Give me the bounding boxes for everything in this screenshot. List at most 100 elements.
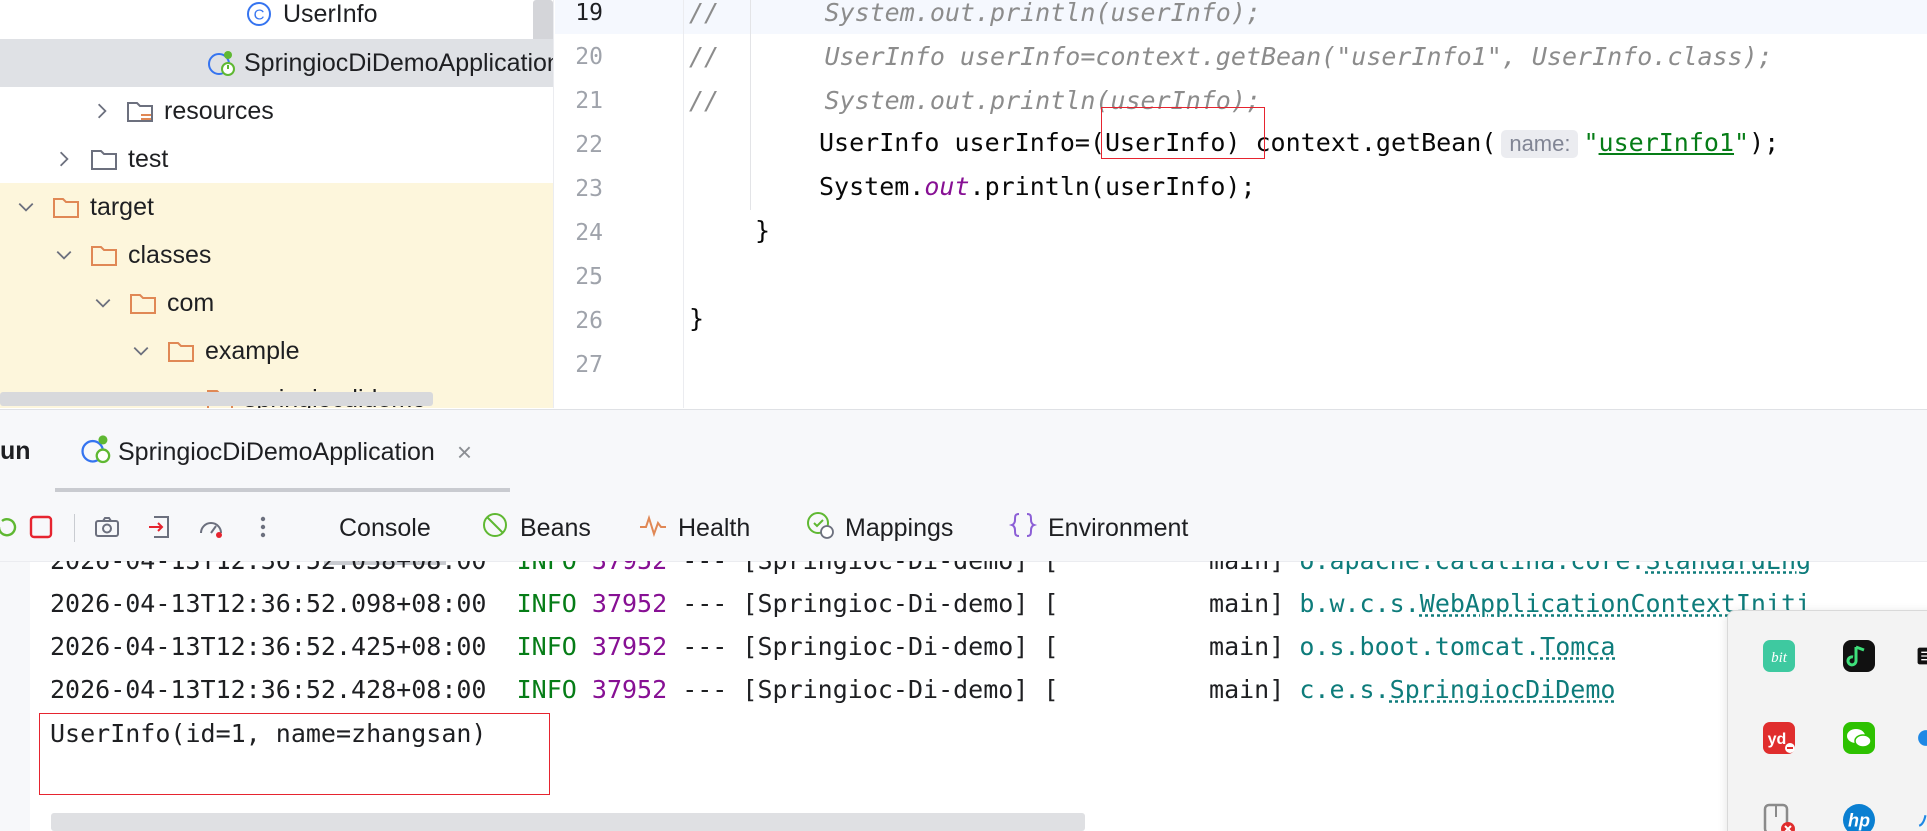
tree-item-resources[interactable]: resources — [0, 87, 553, 135]
code-line-24: } — [755, 216, 770, 245]
tab-environment[interactable]: Environment — [1008, 508, 1188, 548]
log-logger: o.s.boot.tomcat. — [1299, 632, 1541, 661]
line-number: 26 — [575, 308, 603, 334]
app-icon-partial-blue-2[interactable] — [1916, 801, 1927, 831]
log-pid: 37952 — [591, 675, 668, 704]
line-number: 19 — [575, 0, 603, 26]
tab-beans[interactable]: Beans — [480, 508, 591, 548]
tab-health[interactable]: Health — [638, 508, 750, 548]
log-line: 2026-04-13T12:36:52.425+08:00 INFO 37952… — [50, 632, 1615, 661]
tab-label: Mappings — [845, 513, 954, 542]
music-app-icon[interactable] — [1840, 637, 1878, 675]
chevron-right-icon[interactable] — [88, 97, 116, 125]
folder-icon — [165, 335, 197, 367]
tree-item-label: test — [128, 144, 169, 173]
tab-mappings[interactable]: Mappings — [805, 508, 953, 548]
tab-label: Health — [678, 513, 751, 542]
line-number: 22 — [575, 132, 603, 158]
log-level: INFO — [516, 675, 577, 704]
parameter-name-hint: name: — [1501, 130, 1579, 158]
log-line: 2026-04-13T12:36:52.098+08:00 INFO 37952… — [50, 589, 1811, 618]
log-timestamp: 2026-04-13T12:36:52.425+08:00 — [50, 632, 487, 661]
folder-icon — [88, 143, 120, 175]
log-app-name: --- [Springioc-Di-demo] [ — [667, 561, 1058, 575]
project-tree: C UserInfo SpringiocDiDemoApplication re… — [0, 0, 554, 408]
svg-text:bit: bit — [1771, 650, 1788, 666]
line-number: 20 — [575, 44, 603, 70]
comment-marker: // — [689, 86, 720, 115]
code-text: UserInfo userInfo=context.getBean("userI… — [824, 42, 1773, 71]
rerun-icon[interactable] — [0, 512, 22, 542]
chevron-down-icon[interactable] — [127, 337, 155, 365]
static-field: out — [924, 172, 970, 201]
restore-layout-icon[interactable] — [145, 512, 175, 542]
chevron-down-icon[interactable] — [89, 289, 117, 317]
svg-text:hp: hp — [1848, 811, 1870, 831]
tab-label: Console — [339, 513, 431, 542]
run-tab-title: SpringiocDiDemoApplication — [118, 437, 435, 466]
log-level: INFO — [516, 589, 577, 618]
tree-item-example[interactable]: example — [0, 327, 553, 375]
line-number: 23 — [575, 176, 603, 202]
chevron-down-icon[interactable] — [12, 193, 40, 221]
tab-label: Environment — [1048, 513, 1189, 542]
code-text: context.getBean( — [1240, 128, 1497, 157]
log-level: INFO — [516, 632, 577, 661]
stop-icon[interactable] — [26, 512, 56, 542]
tree-item-classes[interactable]: classes — [0, 231, 553, 279]
log-thread: main] — [1209, 589, 1285, 618]
chevron-down-icon[interactable] — [50, 241, 78, 269]
hp-icon[interactable]: hp — [1840, 801, 1878, 831]
performance-icon[interactable] — [196, 512, 226, 542]
code-text: ); — [1749, 128, 1780, 157]
line-number: 24 — [575, 220, 603, 246]
code-text: System. — [819, 172, 925, 201]
svg-text:C: C — [254, 7, 265, 24]
code-line-20: // UserInfo userInfo=context.getBean("us… — [689, 42, 1773, 71]
wechat-icon[interactable] — [1840, 719, 1878, 757]
log-app-name: --- [Springioc-Di-demo] [ — [667, 675, 1059, 704]
closing-brace: } — [755, 216, 771, 245]
bean-name-link[interactable]: userInfo1 — [1599, 128, 1734, 157]
close-tab-icon[interactable]: × — [457, 437, 472, 468]
app-icon-partial[interactable] — [1916, 637, 1927, 675]
console-left-margin — [0, 562, 30, 831]
tree-item-userinfo[interactable]: C UserInfo — [0, 0, 553, 38]
output-highlight-box — [39, 713, 550, 795]
log-logger-link[interactable]: SpringiocDiDemo — [1390, 675, 1616, 704]
tree-item-com[interactable]: com — [0, 279, 553, 327]
braces-icon — [1008, 510, 1048, 547]
tab-label: Beans — [520, 513, 591, 542]
run-toolbar: Console Beans Health Mappings Environmen… — [0, 492, 1927, 565]
app-icon-partial-blue[interactable] — [1916, 719, 1927, 757]
log-logger-link[interactable]: StandardEng — [1646, 561, 1812, 575]
chevron-right-icon[interactable] — [50, 145, 78, 173]
mappings-icon — [805, 510, 845, 547]
line-number: 21 — [575, 88, 603, 114]
youdao-icon[interactable]: yd — [1760, 719, 1798, 757]
log-level: INFO — [517, 561, 577, 575]
string-quote: " — [1583, 128, 1599, 157]
beans-icon — [480, 510, 520, 547]
camera-icon[interactable] — [92, 512, 122, 542]
comment-marker: // — [689, 42, 720, 71]
tab-console[interactable]: Console — [324, 508, 446, 565]
spring-boot-app-icon — [206, 47, 236, 79]
comment-marker: // — [689, 0, 720, 27]
tree-horizontal-scrollbar[interactable] — [0, 392, 433, 406]
security-app-icon[interactable] — [1760, 801, 1798, 831]
console-horizontal-scrollbar[interactable] — [51, 813, 1085, 831]
tree-item-springiocdidemoapplication[interactable]: SpringiocDiDemoApplication — [0, 39, 553, 87]
log-pid: 37952 — [592, 561, 667, 575]
bit-app-icon[interactable]: bit — [1760, 637, 1798, 675]
code-line-19: // System.out.println(userInfo); — [689, 0, 1261, 27]
log-logger-link[interactable]: Tomca — [1540, 632, 1615, 661]
run-tab[interactable]: SpringiocDiDemoApplication × — [78, 432, 472, 472]
tree-item-target[interactable]: target — [0, 183, 553, 231]
log-logger: c.e.s. — [1299, 675, 1390, 704]
tree-item-test[interactable]: test — [0, 135, 553, 183]
code-line-23: System.out.println(userInfo); — [819, 172, 1256, 201]
code-editor[interactable]: 19 20 21 22 23 24 25 26 27 // System.out… — [555, 0, 1927, 408]
code-text: System.out.println(userInfo); — [824, 0, 1261, 27]
more-options-icon[interactable] — [248, 512, 278, 542]
